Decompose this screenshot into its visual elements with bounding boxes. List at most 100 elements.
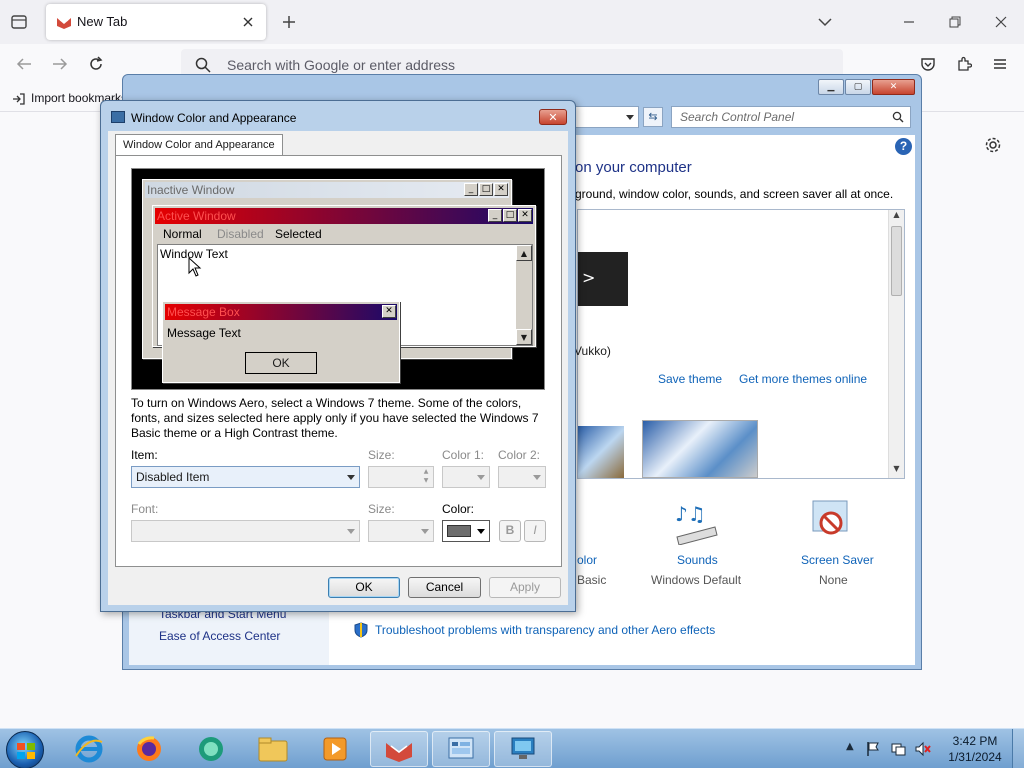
cancel-button[interactable]: Cancel (408, 577, 481, 598)
cp-minimize-button[interactable]: ▁ (818, 79, 844, 95)
action-center-flag-icon[interactable] (866, 741, 880, 757)
font-select[interactable] (131, 520, 360, 542)
apply-button[interactable]: Apply (489, 577, 561, 598)
reload-icon[interactable] (86, 54, 106, 74)
svg-text:♪♫: ♪♫ (675, 502, 706, 526)
sounds-value: Windows Default (651, 573, 742, 587)
extensions-puzzle-icon[interactable] (954, 54, 974, 74)
cp-left-nav: Taskbar and Start Menu Ease of Access Ce… (129, 605, 329, 665)
taskbar-browser-icon[interactable] (370, 731, 428, 767)
cp-heading: on your computer (575, 159, 692, 176)
taskbar-media-player-icon[interactable] (306, 731, 364, 767)
taskbar-control-panel-icon[interactable] (432, 731, 490, 767)
sounds-music-notes-icon[interactable]: ♪♫ (671, 499, 721, 546)
menu-hamburger-icon[interactable] (990, 54, 1010, 74)
restore-window-icon[interactable] (944, 12, 966, 32)
spin-down-icon[interactable]: ▼ (420, 477, 432, 486)
themes-scrollbar[interactable]: ▲ ▼ (888, 210, 904, 478)
menu-normal: Normal (163, 227, 202, 241)
cp-search-placeholder: Search Control Panel (680, 110, 795, 124)
help-icon[interactable]: ? (895, 138, 912, 155)
chevron-down-icon (347, 475, 355, 480)
tab-overview-icon[interactable] (8, 12, 30, 32)
menu-selected: Selected (275, 227, 322, 241)
cp-caption-buttons: ▁ ▢ ✕ (817, 79, 915, 95)
dialog-tab-pane: Inactive Window _ □ ✕ Active Window _ □ … (115, 155, 562, 567)
mouse-cursor-icon (188, 257, 202, 277)
new-tab-plus-icon[interactable] (278, 12, 300, 32)
troubleshoot-link[interactable]: Troubleshoot problems with transparency … (375, 623, 715, 637)
theme-collage-thumbnail[interactable] (642, 420, 758, 478)
cp-maximize-button[interactable]: ▢ (845, 79, 871, 95)
taskbar-display-icon[interactable] (494, 731, 552, 767)
show-desktop-button[interactable] (1012, 729, 1024, 768)
sounds-label[interactable]: Sounds (677, 553, 718, 567)
screen-saver-value: None (819, 573, 848, 587)
get-more-themes-link[interactable]: Get more themes online (739, 372, 867, 386)
close-tab-icon[interactable] (238, 12, 258, 32)
scroll-down-icon[interactable]: ▼ (889, 464, 904, 478)
pocket-icon[interactable] (918, 54, 938, 74)
system-clock[interactable]: 3:42 PM 1/31/2024 (940, 733, 1010, 765)
screen-saver-label[interactable]: Screen Saver (801, 553, 874, 567)
italic-button[interactable]: I (524, 520, 546, 542)
tab-new-tab[interactable]: New Tab (46, 4, 266, 40)
show-hidden-icons-chevron-icon[interactable]: ▲ (846, 741, 854, 752)
theme-landscape-thumbnail[interactable] (578, 426, 624, 478)
theme-thumbnail[interactable]: > (578, 252, 628, 306)
color1-picker[interactable] (442, 466, 490, 488)
preview-scrollbar: ▲ ▼ (516, 245, 532, 345)
close-icon: ✕ (494, 183, 508, 196)
taskbar-ie-icon[interactable] (60, 731, 118, 767)
cp-search-input[interactable]: Search Control Panel (671, 106, 911, 128)
appearance-preview[interactable]: Inactive Window _ □ ✕ Active Window _ □ … (131, 168, 545, 390)
size-spinner[interactable]: ▲ ▼ (368, 466, 434, 488)
item-select[interactable]: Disabled Item (131, 466, 360, 488)
color2-picker[interactable] (498, 466, 546, 488)
bold-button[interactable]: B (499, 520, 521, 542)
cp-close-button[interactable]: ✕ (872, 79, 915, 95)
themes-list[interactable]: ▲ ▼ > Vukko) Save theme Get more themes … (574, 209, 905, 479)
network-icon[interactable] (890, 741, 906, 757)
forward-arrow-icon[interactable] (50, 54, 70, 74)
refresh-icon[interactable]: ⇆ (643, 107, 663, 127)
chevron-down-icon (347, 529, 355, 534)
font-color-picker[interactable] (442, 520, 490, 542)
taskbar-chat-icon[interactable] (182, 731, 240, 767)
chevron-down-icon[interactable] (626, 115, 634, 120)
taskbar-explorer-icon[interactable] (244, 731, 302, 767)
item-select-value: Disabled Item (136, 470, 210, 484)
scroll-up-icon[interactable]: ▲ (889, 210, 904, 224)
tab-window-color-appearance[interactable]: Window Color and Appearance (115, 134, 283, 156)
windows-logo-icon (17, 743, 35, 759)
scroll-up-icon: ▲ (516, 245, 532, 261)
theme-owner-text: Vukko) (574, 344, 611, 358)
shield-icon (354, 622, 368, 638)
font-size-select[interactable] (368, 520, 434, 542)
font-color-label: Color: (442, 502, 475, 516)
window-color-label[interactable]: olor (577, 553, 597, 567)
item-label: Item: (131, 448, 158, 462)
color2-label: Color 2: (498, 448, 541, 462)
dialog-close-button[interactable]: ✕ (539, 109, 567, 125)
chevron-down-icon (477, 475, 485, 480)
taskbar-firefox-icon[interactable] (120, 731, 178, 767)
volume-muted-icon[interactable] (914, 741, 932, 757)
save-theme-link[interactable]: Save theme (658, 372, 722, 386)
spin-up-icon[interactable]: ▲ (420, 468, 432, 477)
taskbar: ▲ 3:42 PM 1/31/2024 (0, 728, 1024, 768)
scroll-thumb[interactable] (891, 226, 902, 296)
aero-info-text: To turn on Windows Aero, select a Window… (131, 396, 539, 440)
start-button[interactable] (6, 731, 44, 768)
ease-of-access-link[interactable]: Ease of Access Center (159, 629, 280, 643)
close-window-icon[interactable] (990, 12, 1012, 32)
list-tabs-chevron-icon[interactable] (814, 12, 836, 32)
ok-button[interactable]: OK (328, 577, 400, 598)
screen-saver-no-icon[interactable] (809, 499, 853, 543)
chevron-down-icon (533, 475, 541, 480)
font-size-label: Size: (368, 502, 395, 516)
minimize-window-icon[interactable] (898, 12, 920, 32)
search-icon (195, 57, 211, 73)
page-settings-gear-icon[interactable] (982, 134, 1004, 156)
back-arrow-icon[interactable] (14, 54, 34, 74)
